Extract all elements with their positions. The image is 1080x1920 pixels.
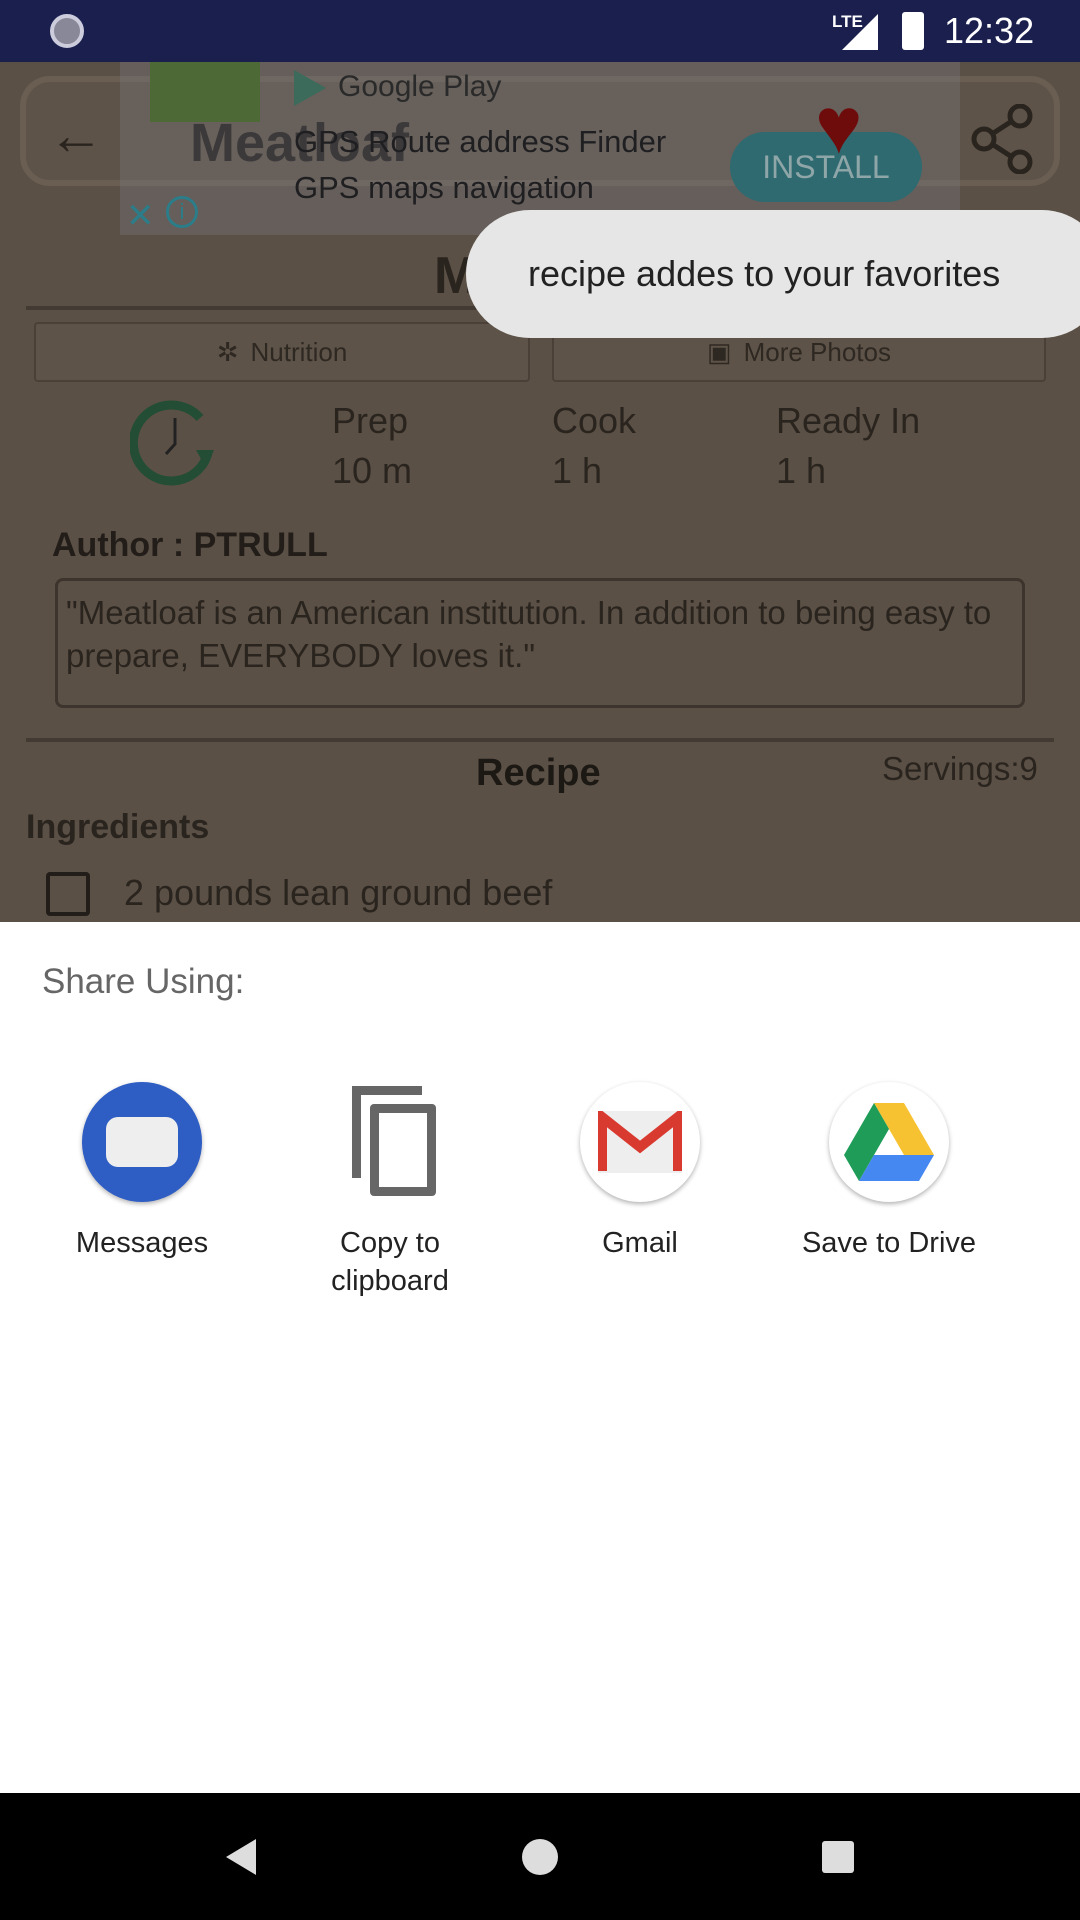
share-sheet: Share Using: Messages Copy to clipboard … [0,922,1080,1793]
cook-label: Cook [552,400,637,441]
battery-icon [902,12,924,50]
more-photos-label: More Photos [743,336,891,367]
clock: 12:32 [944,10,1035,51]
toast: recipe addes to your favorites [466,210,1080,338]
prep-value: 10 m [332,450,413,491]
divider [26,738,1054,742]
time-cook: Cook 1 h [552,396,636,496]
share-app-gmail[interactable]: Gmail [530,1082,750,1262]
nutrition-button[interactable]: ✲ Nutrition [34,322,530,382]
copy-icon [330,1082,450,1202]
ad-info-icon[interactable]: i [166,196,198,228]
gmail-icon [580,1082,700,1202]
ad-store: Google Play [338,70,502,103]
back-arrow-icon[interactable]: ← [48,102,104,167]
status-bar: LTE 12:32 [0,0,1080,62]
photos-icon: ▣ [707,336,732,367]
messages-icon [82,1082,202,1202]
ad-line2: GPS maps navigation [294,170,594,205]
nutrition-icon: ✲ [216,336,239,367]
navigation-bar [0,1793,1080,1920]
ingredients-title: Ingredients [26,808,210,846]
recipe-screen-dimmed: ← Meatloaf Google Play GPS Route address… [0,62,1080,922]
app-label: Save to Drive [801,1227,977,1259]
ad-close-icon[interactable]: ✕ [126,196,155,236]
app-label: Gmail [602,1227,678,1259]
google-drive-icon [829,1082,949,1202]
ready-label: Ready In [776,400,921,441]
time-ready: Ready In 1 h [776,396,920,496]
ad-line1: GPS Route address Finder [294,124,667,159]
time-prep: Prep 10 m [332,396,412,496]
google-play-logo-icon [294,70,326,106]
section-title: Recipe [476,752,601,794]
description-box: "Meatloaf is an American institution. In… [55,578,1025,708]
share-app-drive[interactable]: Save to Drive [779,1082,999,1262]
back-nav-icon[interactable] [226,1839,256,1875]
sync-icon [50,14,84,48]
share-title: Share Using: [42,962,245,1001]
app-label: Messages [75,1227,209,1259]
nutrition-label: Nutrition [250,336,348,367]
author: Author : PTRULL [52,526,328,564]
ingredient-item: 2 pounds lean ground beef [124,872,553,913]
signal-icon [842,14,878,50]
share-icon[interactable] [970,104,1034,174]
home-nav-icon[interactable] [522,1839,558,1875]
favorite-heart-icon[interactable]: ♥ [815,86,863,166]
ad-app-icon [150,62,260,122]
servings: Servings:9 [882,750,1038,787]
ready-value: 1 h [776,450,827,491]
recents-nav-icon[interactable] [822,1841,854,1873]
clock-timer-icon [130,400,214,486]
cook-value: 1 h [552,450,603,491]
prep-label: Prep [332,400,409,441]
share-app-copy[interactable]: Copy to clipboard [280,1082,500,1300]
share-app-messages[interactable]: Messages [32,1082,252,1262]
app-label: Copy to clipboard [331,1227,449,1297]
ingredient-checkbox[interactable] [46,872,90,916]
